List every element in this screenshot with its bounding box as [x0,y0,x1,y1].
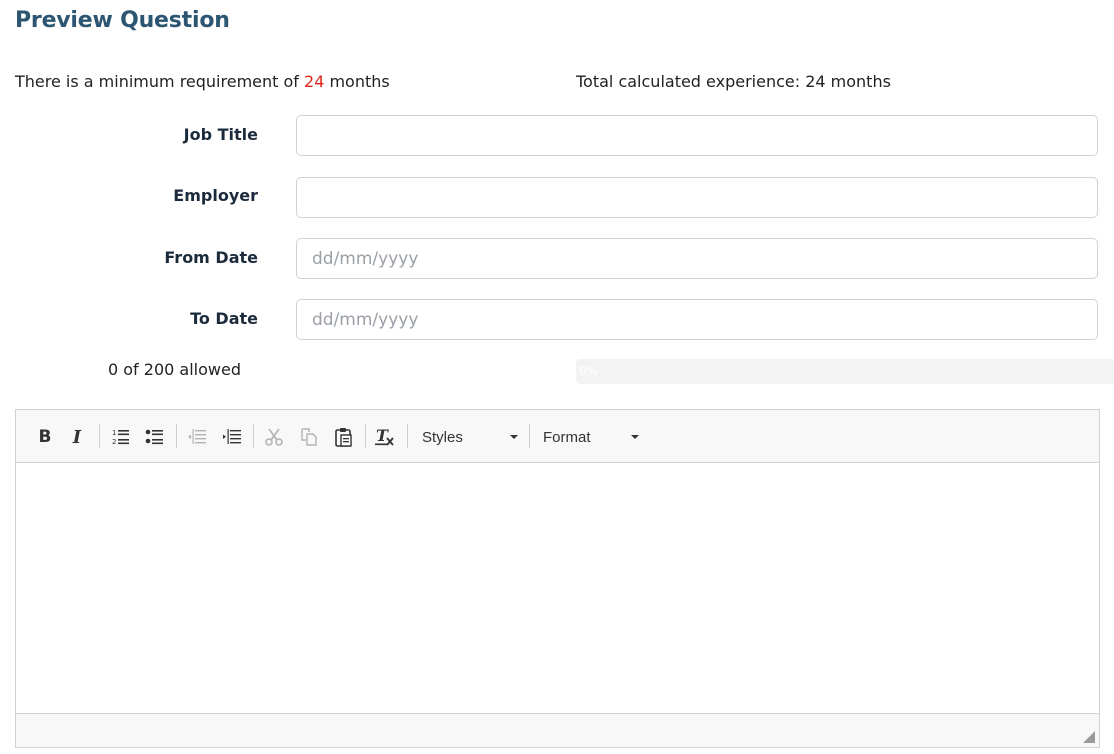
employer-label: Employer [173,186,258,205]
bulleted-list-icon [145,429,163,445]
cut-button[interactable] [261,424,287,450]
copy-button[interactable] [296,424,322,450]
toolbar-separator [99,424,100,448]
job-title-input[interactable] [296,115,1098,156]
progress-label: 0% [579,364,599,378]
to-date-input[interactable] [296,299,1098,340]
requirement-suffix: months [329,72,390,91]
editor-toolbar: B I 1 2 T Styles Format [16,410,1099,463]
toolbar-separator [176,424,177,448]
page-title-rest: Question [120,8,230,33]
total-experience: Total calculated experience: 24 months [576,72,891,91]
toolbar-separator [253,424,254,448]
clipboard-icon [335,428,352,447]
from-date-input[interactable] [296,238,1098,279]
toolbar-separator [365,424,366,448]
format-dropdown-label: Format [543,428,591,446]
italic-button[interactable]: I [64,424,90,450]
indent-icon [223,429,241,444]
requirement-prefix: There is a minimum requirement of [15,72,299,91]
numbered-list-icon: 1 2 [112,429,129,446]
styles-dropdown[interactable]: Styles [422,424,518,450]
svg-text:1: 1 [112,429,116,437]
paste-button[interactable] [331,424,357,450]
employer-input[interactable] [296,177,1098,218]
rich-text-editor: B I 1 2 T Styles Format [15,409,1100,748]
indent-button[interactable] [219,424,245,450]
chevron-down-icon [510,435,518,439]
outdent-button[interactable] [184,424,210,450]
resize-handle-icon[interactable] [1083,731,1095,743]
toolbar-separator [529,424,530,448]
editor-content-area[interactable] [16,463,1099,713]
numbered-list-button[interactable]: 1 2 [108,424,134,450]
remove-format-icon: T [375,427,394,446]
svg-text:2: 2 [112,438,116,446]
bold-button[interactable]: B [32,424,58,450]
page-title: Preview Question [15,8,230,33]
chevron-down-icon [631,435,639,439]
page-title-bold: Preview [15,8,113,33]
character-progress-bar: 0% [576,359,1114,384]
outdent-icon [188,429,206,444]
requirement-value: 24 [304,72,325,91]
scissors-icon [265,428,283,446]
format-dropdown[interactable]: Format [543,424,639,450]
remove-format-button[interactable]: T [372,424,398,450]
from-date-label: From Date [164,248,258,267]
toolbar-separator [407,424,408,448]
svg-text:T: T [376,427,389,445]
job-title-label: Job Title [183,125,258,144]
character-count: 0 of 200 allowed [108,360,241,379]
minimum-requirement: There is a minimum requirement of 24 mon… [15,72,390,91]
bulleted-list-button[interactable] [142,424,168,450]
styles-dropdown-label: Styles [422,428,463,446]
editor-status-bar [16,713,1099,747]
to-date-label: To Date [190,309,258,328]
copy-icon [301,428,317,446]
